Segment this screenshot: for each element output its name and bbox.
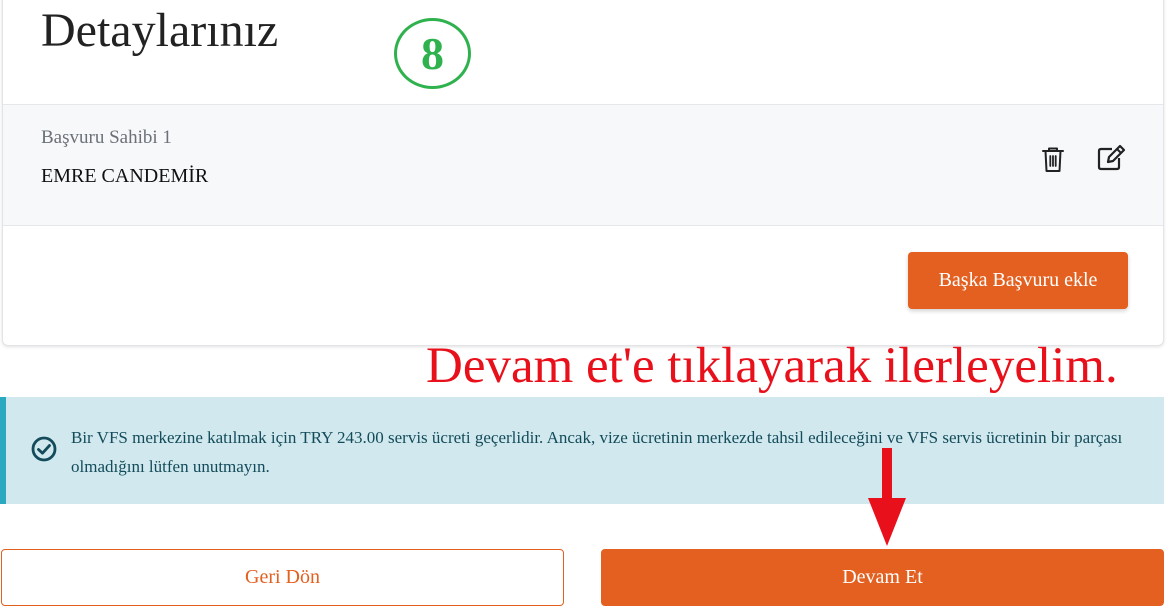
red-down-arrow-icon bbox=[868, 448, 906, 546]
service-fee-alert: Bir VFS merkezine katılmak için TRY 243.… bbox=[0, 397, 1164, 504]
check-circle-icon bbox=[31, 436, 57, 462]
edit-applicant-button[interactable] bbox=[1095, 142, 1127, 174]
edit-icon bbox=[1097, 144, 1126, 171]
trash-icon bbox=[1042, 147, 1064, 172]
back-button[interactable]: Geri Dön bbox=[1, 549, 564, 606]
applicant-name: EMRE CANDEMİR bbox=[41, 165, 209, 187]
service-fee-alert-text: Bir VFS merkezine katılmak için TRY 243.… bbox=[71, 428, 1123, 476]
applicant-row: Başvuru Sahibi 1 EMRE CANDEMİR bbox=[3, 104, 1163, 226]
delete-applicant-button[interactable] bbox=[1037, 143, 1069, 175]
details-card: Detaylarınız 8 Başvuru Sahibi 1 EMRE CAN… bbox=[2, 0, 1164, 346]
instruction-annotation: Devam et'e tıklayarak ilerleyelim. bbox=[426, 338, 1118, 394]
continue-button[interactable]: Devam Et bbox=[601, 549, 1164, 606]
add-applicant-button[interactable]: Başka Başvuru ekle bbox=[908, 252, 1128, 309]
applicant-label: Başvuru Sahibi 1 bbox=[41, 127, 172, 148]
page-title: Detaylarınız bbox=[41, 4, 279, 57]
step-number-badge: 8 bbox=[394, 18, 471, 89]
